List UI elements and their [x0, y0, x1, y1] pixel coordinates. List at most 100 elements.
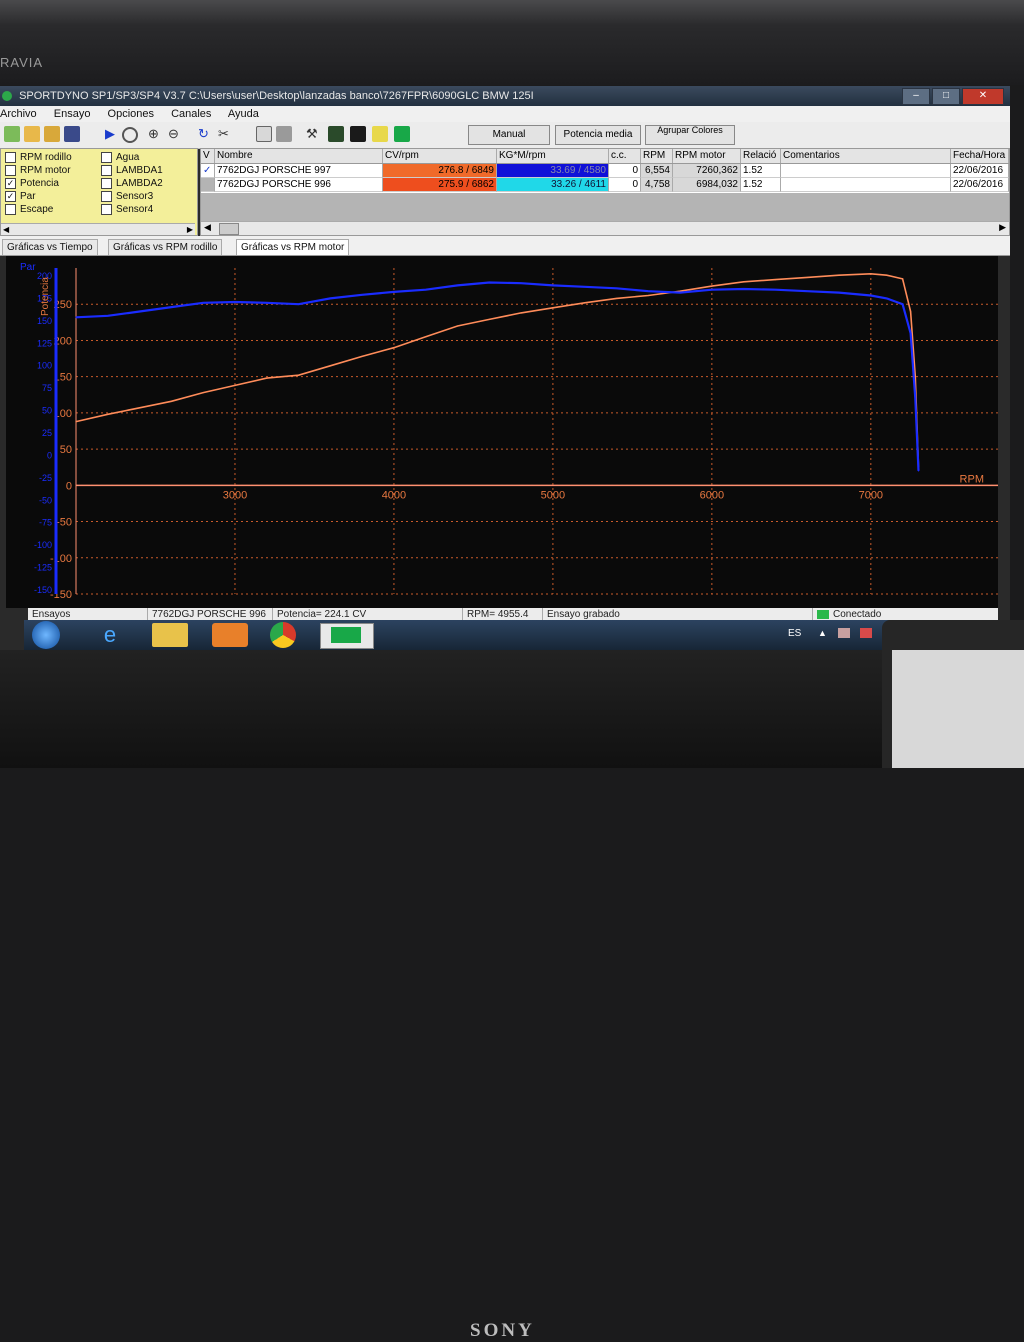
channel-par[interactable]: ✓ Par [5, 190, 36, 203]
folder-icon[interactable] [44, 126, 60, 142]
checkbox[interactable] [5, 164, 16, 176]
file-explorer-icon[interactable] [152, 623, 188, 647]
data-point [393, 347, 395, 349]
column-header[interactable]: Fecha/Hora [951, 149, 1009, 163]
media-player-icon[interactable] [212, 623, 248, 647]
column-header[interactable]: Nombre [215, 149, 383, 163]
minimize-button[interactable]: – [902, 88, 930, 105]
open-folder-icon[interactable] [24, 126, 40, 142]
monitor-brand-top: RAVIA [0, 55, 44, 70]
potencia-media-button[interactable]: Potencia media [555, 125, 641, 145]
print-icon[interactable] [276, 126, 292, 142]
data-point [425, 289, 427, 291]
table-row[interactable]: ✓ 7762DGJ PORSCHE 997 276.8 / 6849 33.69 / … [201, 164, 1009, 178]
checkbox[interactable]: ✓ [5, 177, 16, 189]
menu-archivo[interactable]: Archivo [0, 108, 37, 120]
checkbox[interactable] [5, 203, 16, 215]
column-header[interactable]: CV/rpm [383, 149, 497, 163]
graph-icon[interactable] [328, 126, 344, 142]
gauge-icon[interactable] [122, 127, 138, 143]
table-cell-cv: 275.9 / 6862 [383, 178, 497, 192]
column-header[interactable]: Relació [741, 149, 781, 163]
tab-graficas-vs-rpm-motor[interactable]: Gráficas vs RPM motor [236, 239, 350, 255]
checkbox[interactable] [101, 190, 112, 202]
refresh-icon[interactable]: ↻ [198, 126, 214, 142]
channel-sensor4[interactable]: Sensor4 [101, 203, 153, 216]
channel-lambda1[interactable]: LAMBDA1 [101, 164, 163, 177]
checkbox[interactable] [5, 151, 16, 163]
data-point [743, 281, 745, 283]
menu-ayuda[interactable]: Ayuda [228, 108, 259, 120]
sportdyno-taskbar-item[interactable] [320, 623, 374, 649]
horizontal-scrollbar[interactable]: ◀ ▶ [201, 221, 1009, 235]
tab-graficas-vs-tiempo[interactable]: Gráficas vs Tiempo [2, 239, 98, 255]
column-header[interactable]: KG*M/rpm [497, 149, 609, 163]
internet-explorer-icon[interactable]: e [92, 623, 128, 647]
zoom-in-icon[interactable]: ⊕ [148, 126, 164, 142]
column-header[interactable]: Comentarios [781, 149, 951, 163]
checkbox[interactable] [101, 164, 112, 176]
data-point [679, 292, 681, 294]
column-header[interactable]: c.c. [609, 149, 641, 163]
status-conectado: Conectado [833, 609, 882, 620]
channel-rpm-rodillo[interactable]: RPM rodillo [5, 151, 72, 164]
data-point [909, 310, 912, 313]
table-cell-kgm: 33.26 / 4611 [497, 178, 609, 192]
play-icon[interactable]: ▶ [102, 126, 118, 142]
checkbox[interactable]: ✓ [5, 190, 16, 202]
checkbox[interactable] [101, 203, 112, 215]
tools-icon[interactable]: ⚒ [306, 126, 322, 142]
grid-header: V Nombre CV/rpm KG*M/rpm c.c. RPM RPM motor Rel… [201, 149, 1009, 164]
table-cell-com [781, 178, 951, 192]
preview-icon[interactable] [256, 126, 272, 142]
channel-rpm-motor[interactable]: RPM motor [5, 164, 71, 177]
table-row[interactable]: 7762DGJ PORSCHE 996 275.9 / 6862 33.26 / 4… [201, 178, 1009, 192]
channel-lambda2[interactable]: LAMBDA2 [101, 177, 163, 190]
column-header[interactable]: V [201, 149, 215, 163]
y-left-tick-label: 125 [37, 338, 52, 348]
agrupar-colores-button[interactable]: Agrupar Colores [645, 125, 735, 145]
checklist-scrollbar[interactable]: ◀ ▶ [1, 223, 195, 235]
y-left-tick-label: 150 [37, 316, 52, 326]
scroll-left-icon[interactable]: ◀ [204, 222, 211, 233]
tab-graficas-vs-rpm-rodillo[interactable]: Gráficas vs RPM rodillo [108, 239, 223, 255]
channel-potencia[interactable]: ✓ Potencia [5, 177, 59, 190]
tray-arrow-icon[interactable]: ▲ [818, 628, 827, 638]
checkbox[interactable] [101, 151, 112, 163]
column-header[interactable]: RPM [641, 149, 673, 163]
dyno-icon[interactable] [394, 126, 410, 142]
start-button[interactable] [32, 621, 60, 649]
monitor-icon[interactable] [350, 126, 366, 142]
data-point [170, 400, 172, 402]
menu-canales[interactable]: Canales [171, 108, 211, 120]
maximize-button[interactable]: □ [932, 88, 960, 105]
y-left-tick-label: -100 [34, 540, 52, 550]
results-grid: V Nombre CV/rpm KG*M/rpm c.c. RPM RPM motor Rel… [200, 148, 1010, 236]
network-icon[interactable] [860, 628, 872, 638]
action-center-icon[interactable] [838, 628, 850, 638]
y-left-tick-label: 25 [42, 428, 52, 438]
scroll-thumb[interactable] [219, 223, 239, 235]
data-point [138, 310, 141, 313]
chrome-icon[interactable] [270, 622, 296, 648]
save-icon[interactable] [64, 126, 80, 142]
channel-agua[interactable]: Agua [101, 151, 139, 164]
channel-sensor3[interactable]: Sensor3 [101, 190, 153, 203]
menu-opciones[interactable]: Opciones [108, 108, 154, 120]
window-controls: – □ ✕ [902, 88, 1004, 105]
manual-button[interactable]: Manual [468, 125, 550, 145]
language-indicator[interactable]: ES [788, 628, 801, 639]
channel-escape[interactable]: Escape [5, 203, 53, 216]
menu-ensayo[interactable]: Ensayo [54, 108, 91, 120]
zoom-out-icon[interactable]: ⊖ [168, 126, 184, 142]
scissors-icon[interactable]: ✂ [218, 126, 234, 142]
new-icon[interactable] [4, 126, 20, 142]
column-header[interactable]: RPM motor [673, 149, 741, 163]
checkbox[interactable] [101, 177, 112, 189]
table-cell-fecha: 22/06/2016 [951, 164, 1009, 178]
data-point [886, 274, 888, 276]
scroll-right-icon[interactable]: ▶ [999, 222, 1006, 233]
notes-icon[interactable] [372, 126, 388, 142]
close-button[interactable]: ✕ [962, 88, 1004, 105]
table-cell-rpm-motor: 6984,032 [673, 178, 741, 192]
